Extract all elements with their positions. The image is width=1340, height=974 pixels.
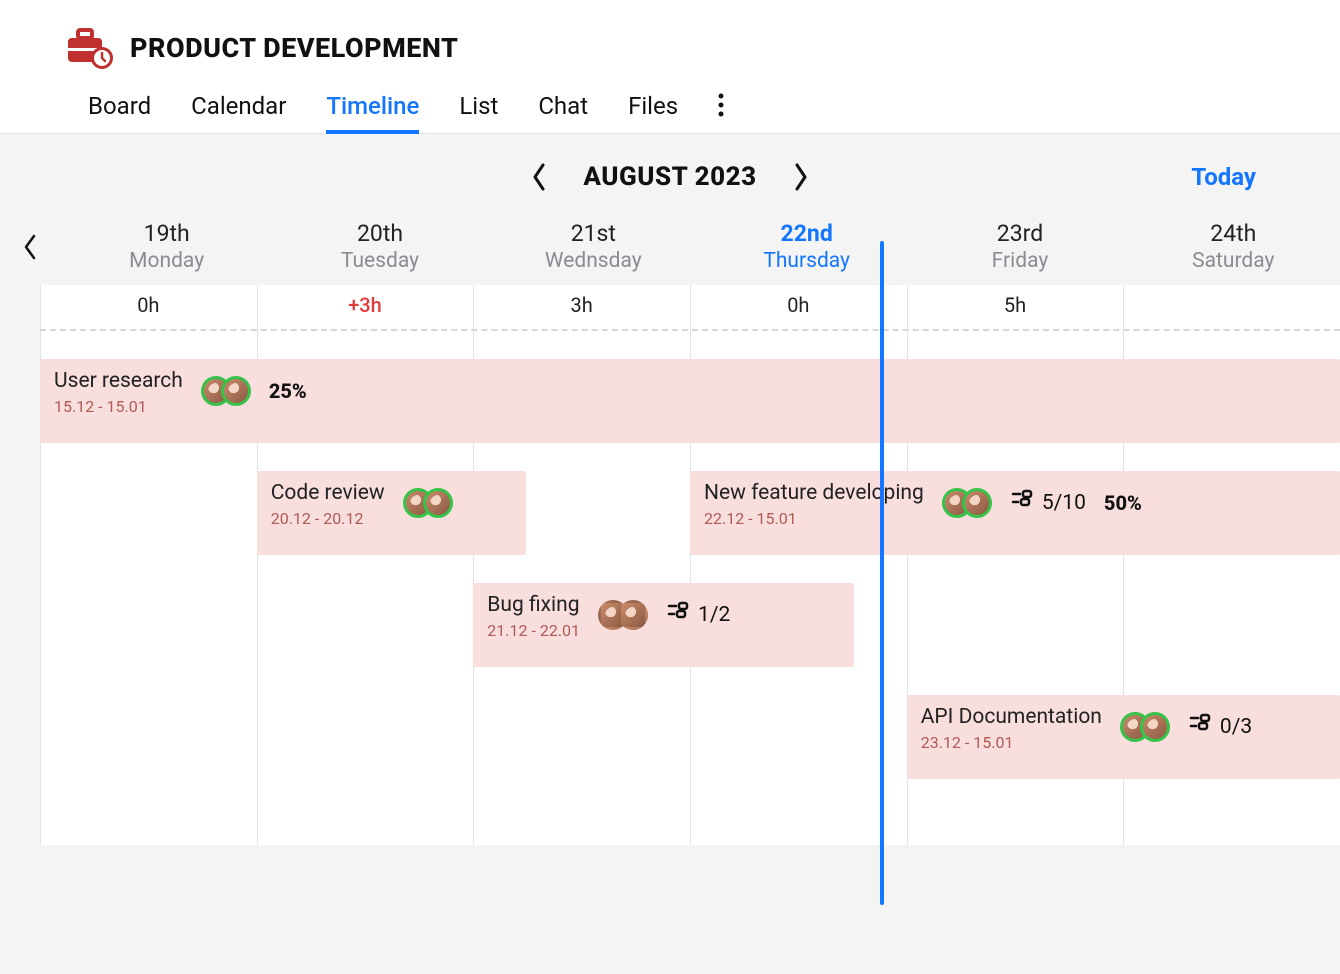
subtask-count: 0/3 [1188,712,1252,742]
day-header-1[interactable]: 20th Tuesday [273,220,486,273]
hours-cell: 0h [690,285,907,329]
day-number: 21st [487,220,700,247]
hours-row: 0h +3h 3h 0h 5h [40,285,1340,329]
task-bar[interactable]: New feature developing 22.12 - 15.01 5/10 5… [690,471,1340,555]
task-title: User research [54,369,183,393]
prev-month-button[interactable] [531,163,547,191]
task-bar[interactable]: User research 15.12 - 15.01 25% [40,359,1340,443]
scroll-left-button[interactable] [0,220,60,273]
task-dates: 22.12 - 15.01 [704,509,924,528]
task-row: Bug fixing 21.12 - 22.01 1/2 [40,569,1340,681]
task-title: Bug fixing [487,593,580,617]
task-dates: 21.12 - 22.01 [487,621,580,640]
today-button[interactable]: Today [1191,163,1256,191]
task-bar[interactable]: Bug fixing 21.12 - 22.01 1/2 [473,583,854,667]
subtask-count: 1/2 [666,600,730,630]
month-navigator: AUGUST 2023 Today [0,162,1340,192]
day-name: Monday [60,249,273,273]
task-title: Code review [271,481,385,505]
day-number: 20th [273,220,486,247]
day-name: Saturday [1127,249,1340,273]
day-headers: 19th Monday 20th Tuesday 21st Wednsday 2… [0,220,1340,285]
briefcase-clock-icon [64,26,114,70]
subtasks-icon [1188,712,1212,742]
hours-cell: 3h [473,285,690,329]
day-name: Wednsday [487,249,700,273]
task-title: New feature developing [704,481,924,505]
task-row: API Documentation 23.12 - 15.01 0/3 [40,681,1340,793]
tab-board[interactable]: Board [88,92,151,134]
task-bar[interactable]: Code review 20.12 - 20.12 [257,471,526,555]
tab-calendar[interactable]: Calendar [191,92,286,134]
task-bar[interactable]: API Documentation 23.12 - 15.01 0/3 [907,695,1340,779]
today-indicator-line [880,241,884,905]
day-number: 19th [60,220,273,247]
day-number: 24th [1127,220,1340,247]
avatar[interactable] [962,488,992,518]
assignee-avatars[interactable] [942,488,992,518]
task-title: API Documentation [921,705,1102,729]
hours-cell: 0h [40,285,257,329]
tab-timeline[interactable]: Timeline [326,92,419,134]
progress-percent: 50% [1104,491,1142,515]
task-rows: User research 15.12 - 15.01 25% Code revie… [40,345,1340,845]
progress-percent: 25% [269,379,307,403]
avatar[interactable] [221,376,251,406]
day-header-4[interactable]: 23rd Friday [913,220,1126,273]
timeline-grid: 0h +3h 3h 0h 5h User research 15.12 - 15.… [40,285,1340,845]
task-dates: 15.12 - 15.01 [54,397,183,416]
day-name: Tuesday [273,249,486,273]
day-header-2[interactable]: 21st Wednsday [487,220,700,273]
header: PRODUCT DEVELOPMENT Board Calendar Timel… [0,0,1340,134]
assignee-avatars[interactable] [1120,712,1170,742]
avatar[interactable] [423,488,453,518]
assignee-avatars[interactable] [403,488,453,518]
tab-list[interactable]: List [459,92,498,134]
subtasks-icon [1010,488,1034,518]
tab-chat[interactable]: Chat [538,92,588,134]
avatar[interactable] [1140,712,1170,742]
day-number: 23rd [913,220,1126,247]
day-header-0[interactable]: 19th Monday [60,220,273,273]
assignee-avatars[interactable] [201,376,251,406]
subtask-count: 5/10 [1010,488,1086,518]
hours-divider [40,329,1340,331]
day-header-5[interactable]: 24th Saturday [1127,220,1340,273]
next-month-button[interactable] [793,163,809,191]
hours-cell [1123,285,1340,329]
task-dates: 20.12 - 20.12 [271,509,385,528]
timeline-area: AUGUST 2023 Today 19th Monday 20th Tuesd… [0,134,1340,974]
tab-files[interactable]: Files [628,92,678,134]
hours-cell: +3h [257,285,474,329]
task-dates: 23.12 - 15.01 [921,733,1102,752]
task-row: User research 15.12 - 15.01 25% [40,345,1340,457]
task-row: Code review 20.12 - 20.12 New feature deve… [40,457,1340,569]
title-row: PRODUCT DEVELOPMENT [64,26,1276,70]
day-name: Friday [913,249,1126,273]
month-label: AUGUST 2023 [583,162,756,192]
view-tabs: Board Calendar Timeline List Chat Files [64,92,1276,134]
assignee-avatars[interactable] [598,600,648,630]
more-menu-icon[interactable] [718,93,724,133]
avatar[interactable] [618,600,648,630]
subtasks-icon [666,600,690,630]
page-title: PRODUCT DEVELOPMENT [130,32,458,64]
hours-cell: 5h [907,285,1124,329]
